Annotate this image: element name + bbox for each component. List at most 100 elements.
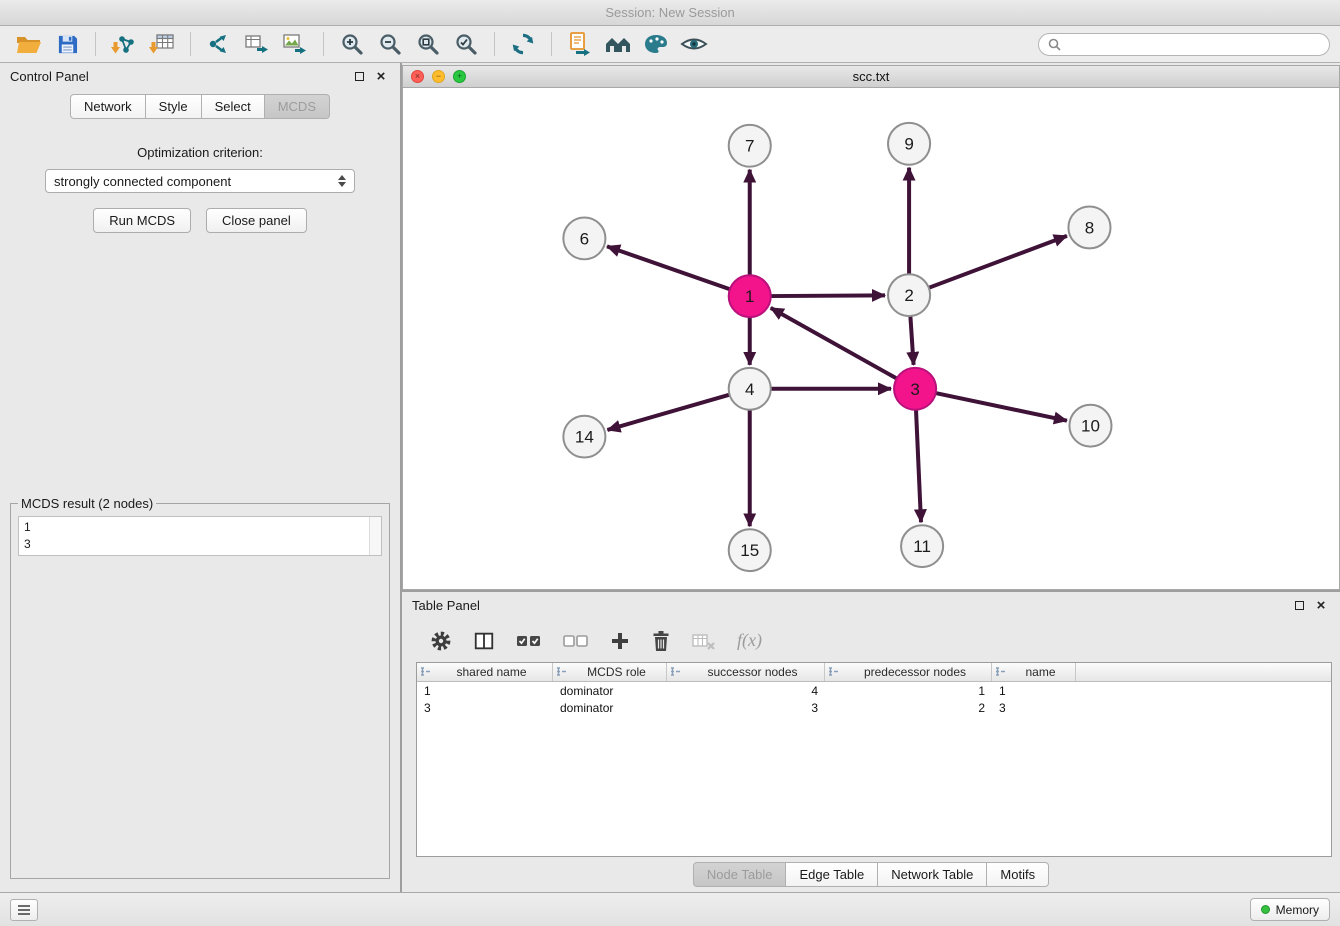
import-network-button[interactable]	[105, 29, 143, 59]
task-history-button[interactable]	[10, 899, 38, 921]
column-header-predecessor-nodes[interactable]: predecessor nodes	[825, 663, 992, 681]
graph-node-11[interactable]: 11	[901, 525, 943, 567]
control-tab-select[interactable]: Select	[202, 94, 265, 119]
graph-edge-3-1[interactable]	[771, 308, 897, 379]
table-cell[interactable]: 2	[825, 699, 992, 716]
graph-node-2[interactable]: 2	[888, 274, 930, 316]
search-input[interactable]	[1067, 37, 1320, 52]
export-network-button[interactable]	[238, 29, 276, 59]
graph-edge-1-2[interactable]	[771, 295, 885, 296]
network-window-titlebar: scc.txt × − +	[402, 65, 1340, 88]
apply-style-button[interactable]	[637, 29, 675, 59]
graph-node-7[interactable]: 7	[729, 125, 771, 167]
close-icon: ×	[377, 69, 386, 84]
control-tab-network[interactable]: Network	[70, 94, 146, 119]
network-view[interactable]: 7 9 6 8 1 2 4 3 14 10 15 11	[402, 88, 1340, 590]
graph-edge-3-10[interactable]	[936, 393, 1067, 421]
deselect-all-rows-button[interactable]	[563, 631, 589, 651]
node-label: 4	[745, 380, 754, 399]
style-palette-icon	[643, 33, 669, 55]
first-neighbors-icon	[207, 32, 231, 56]
table-cell[interactable]: dominator	[553, 682, 667, 699]
table-cell[interactable]: 3	[417, 699, 553, 716]
control-panel-close-button[interactable]: ×	[372, 68, 390, 86]
gear-icon	[430, 630, 452, 652]
graph-node-4[interactable]: 4	[729, 368, 771, 410]
open-session-button[interactable]	[10, 29, 48, 59]
control-tab-style[interactable]: Style	[146, 94, 202, 119]
graph-node-6[interactable]: 6	[563, 217, 605, 259]
mcds-result-line: 3	[24, 536, 376, 553]
run-mcds-button[interactable]: Run MCDS	[93, 208, 191, 233]
table-tab-node-table[interactable]: Node Table	[693, 862, 787, 887]
table-row[interactable]: 3dominator323	[417, 699, 1331, 716]
table-cell[interactable]: 1	[825, 682, 992, 699]
toolbar-separator	[323, 32, 324, 56]
window-close-icon[interactable]: ×	[411, 70, 424, 83]
main-content: Control Panel × NetworkStyleSelectMCDS O…	[0, 63, 1340, 892]
window-zoom-icon[interactable]: +	[453, 70, 466, 83]
table-tab-motifs[interactable]: Motifs	[987, 862, 1049, 887]
zoom-selected-button[interactable]	[447, 29, 485, 59]
table-cell[interactable]: 1	[992, 682, 1076, 699]
show-columns-button[interactable]	[473, 630, 495, 652]
table-cell[interactable]: 3	[992, 699, 1076, 716]
table-tab-edge-table[interactable]: Edge Table	[786, 862, 878, 887]
control-panel-float-button[interactable]	[350, 68, 368, 86]
save-session-button[interactable]	[48, 29, 86, 59]
graph-node-1[interactable]: 1	[729, 275, 771, 317]
control-tab-mcds[interactable]: MCDS	[265, 94, 330, 119]
toolbar-separator	[494, 32, 495, 56]
first-neighbors-button[interactable]	[200, 29, 238, 59]
table-cell[interactable]: dominator	[553, 699, 667, 716]
show-graphics-details-button[interactable]	[675, 29, 713, 59]
table-panel-float-button[interactable]	[1290, 597, 1308, 615]
window-minimize-icon[interactable]: −	[432, 70, 445, 83]
column-header-shared-name[interactable]: shared name	[417, 663, 553, 681]
table-cell[interactable]: 3	[667, 699, 825, 716]
table-row[interactable]: 1dominator411	[417, 682, 1331, 699]
zoom-out-button[interactable]	[371, 29, 409, 59]
function-builder-button[interactable]: f(x)	[737, 630, 762, 651]
optimization-criterion-select[interactable]: strongly connected component	[45, 169, 355, 193]
graph-edge-3-11[interactable]	[916, 410, 921, 523]
graph-edge-2-3[interactable]	[910, 316, 913, 365]
graph-node-10[interactable]: 10	[1069, 405, 1111, 447]
mcds-result-title: MCDS result (2 nodes)	[18, 496, 156, 511]
select-all-rows-button[interactable]	[516, 631, 542, 651]
table-settings-button[interactable]	[430, 630, 452, 652]
graph-edge-1-6[interactable]	[607, 246, 730, 289]
close-panel-button[interactable]: Close panel	[206, 208, 307, 233]
clone-network-button[interactable]	[561, 29, 599, 59]
delete-row-button[interactable]	[651, 630, 671, 652]
graph-edge-2-8[interactable]	[929, 236, 1067, 288]
graph-node-9[interactable]: 9	[888, 123, 930, 165]
refresh-view-button[interactable]	[504, 29, 542, 59]
zoom-in-button[interactable]	[333, 29, 371, 59]
graph-node-14[interactable]: 14	[563, 416, 605, 458]
table-cell[interactable]: 4	[667, 682, 825, 699]
column-header-MCDS-role[interactable]: MCDS role	[553, 663, 667, 681]
network-canvas[interactable]: 7 9 6 8 1 2 4 3 14 10 15 11	[403, 88, 1339, 589]
search-box[interactable]	[1038, 33, 1330, 56]
mcds-result-textarea[interactable]: 13	[18, 516, 382, 556]
table-tab-network-table[interactable]: Network Table	[878, 862, 987, 887]
graph-node-8[interactable]: 8	[1068, 207, 1110, 249]
toolbar-separator	[551, 32, 552, 56]
node-label: 9	[904, 135, 913, 154]
zoom-fit-button[interactable]	[409, 29, 447, 59]
memory-button[interactable]: Memory	[1250, 898, 1330, 921]
graph-node-15[interactable]: 15	[729, 529, 771, 571]
export-image-button[interactable]	[276, 29, 314, 59]
graph-node-3[interactable]: 3	[894, 368, 936, 410]
column-header-name[interactable]: name	[992, 663, 1076, 681]
import-table-button[interactable]	[143, 29, 181, 59]
delete-table-button[interactable]	[692, 631, 716, 651]
table-cell[interactable]: 1	[417, 682, 553, 699]
home-view-button[interactable]	[599, 29, 637, 59]
table-panel-close-button[interactable]: ×	[1312, 597, 1330, 615]
column-header-successor-nodes[interactable]: successor nodes	[667, 663, 825, 681]
add-row-button[interactable]	[610, 631, 630, 651]
result-scrollbar[interactable]	[369, 517, 381, 555]
graph-edge-4-14[interactable]	[607, 395, 729, 430]
